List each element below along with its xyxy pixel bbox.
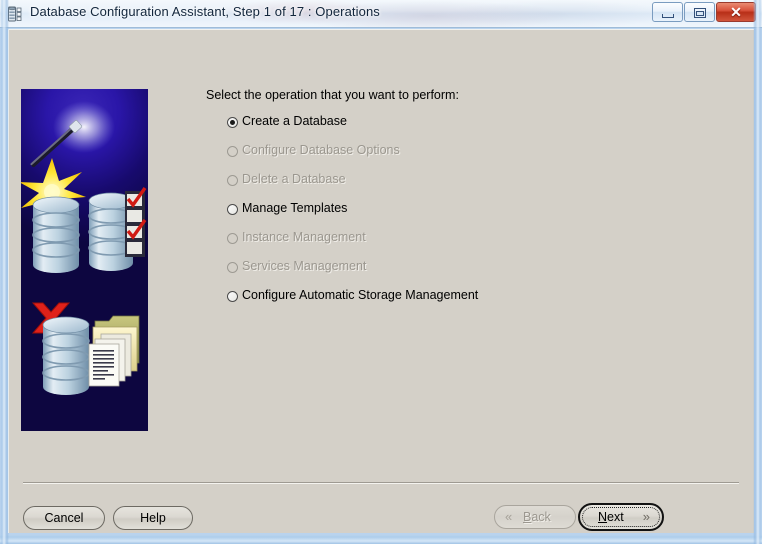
next-button[interactable]: Next »: [578, 503, 664, 531]
minimize-button[interactable]: [652, 2, 683, 22]
radio-label: Create a Database: [242, 114, 347, 128]
dialog-client-area: Select the operation that you want to pe…: [8, 29, 754, 533]
help-button[interactable]: Help: [113, 506, 193, 530]
radio-icon: [227, 204, 238, 215]
title-bar[interactable]: Database Configuration Assistant, Step 1…: [0, 0, 762, 28]
radio-icon: [227, 262, 238, 273]
footer-separator: [23, 482, 739, 484]
chevron-right-icon: »: [642, 509, 650, 524]
database-wizard-illustration: [21, 89, 148, 431]
chevron-left-icon: «: [505, 509, 513, 524]
cancel-button[interactable]: Cancel: [23, 506, 105, 530]
close-icon: ✕: [730, 4, 742, 20]
window-title: Database Configuration Assistant, Step 1…: [30, 4, 380, 19]
radio-icon-selected: [227, 117, 238, 128]
maximize-icon-inner: [696, 11, 704, 16]
radio-label: Delete a Database: [242, 172, 346, 186]
next-button-label: Next: [598, 510, 624, 524]
maximize-button[interactable]: [684, 2, 715, 22]
radio-icon: [227, 291, 238, 302]
database-grid-icon: [7, 5, 25, 23]
radio-label: Manage Templates: [242, 201, 348, 215]
radio-icon: [227, 146, 238, 157]
minimize-icon: [662, 14, 674, 18]
radio-label: Services Management: [242, 259, 367, 273]
radio-label: Configure Automatic Storage Management: [242, 288, 479, 302]
radio-label: Configure Database Options: [242, 143, 400, 157]
radio-icon: [227, 175, 238, 186]
cancel-button-label: Cancel: [44, 511, 84, 525]
close-button[interactable]: ✕: [716, 2, 756, 22]
page-title: Select the operation that you want to pe…: [206, 88, 459, 102]
back-button-label: Back: [523, 510, 551, 524]
radio-label: Instance Management: [242, 230, 366, 244]
back-button: « Back: [494, 505, 576, 529]
dialog-content: Select the operation that you want to pe…: [9, 30, 753, 482]
radio-icon: [227, 233, 238, 244]
application-window: Database Configuration Assistant, Step 1…: [0, 0, 762, 544]
help-button-label: Help: [140, 511, 166, 525]
